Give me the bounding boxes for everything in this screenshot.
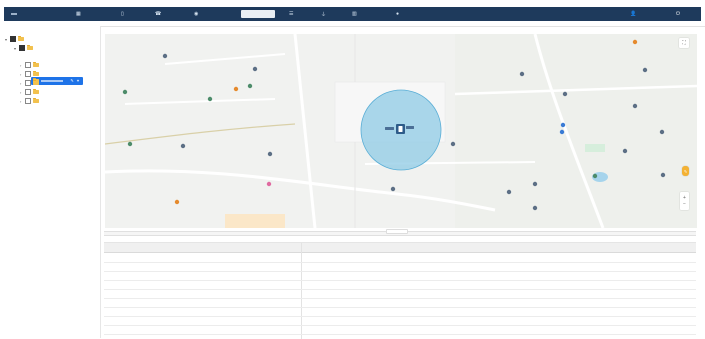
brand-edition-tag (11, 13, 17, 15)
tree-item-2[interactable]: › (20, 70, 41, 78)
tree-checkbox[interactable] (19, 45, 25, 51)
tree-item-5[interactable]: › (20, 97, 41, 105)
nav-device[interactable]: ▯ (121, 7, 126, 21)
tree-item-4[interactable]: › (20, 88, 41, 96)
zoom-controls: + − (680, 192, 689, 210)
street-view-icon[interactable]: ✎ (682, 166, 689, 176)
map-canvas[interactable]: ⛶ ✎ + − (105, 34, 697, 228)
locate-icon[interactable]: ⌖ (76, 79, 80, 83)
zoom-out-button[interactable]: − (683, 201, 686, 207)
property-table (104, 242, 696, 339)
logout-icon: ⏻ (676, 11, 680, 17)
contact-icon: ☎ (155, 11, 162, 17)
user-menu[interactable]: 👤 (630, 7, 638, 21)
folder-icon (33, 88, 39, 95)
fullscreen-icon[interactable]: ⛶ (679, 38, 689, 48)
nav-dashboard[interactable]: ▦ (76, 7, 83, 21)
nav-monitor[interactable]: ◉ (194, 7, 200, 21)
tree-item-3[interactable]: › (20, 79, 41, 87)
table-header (104, 243, 696, 253)
folder-icon (33, 61, 39, 68)
tree-checkbox[interactable] (25, 98, 31, 104)
filter-icon: ⏚ (321, 11, 327, 18)
tree-root[interactable]: ▾ (5, 35, 26, 43)
table-row (104, 325, 696, 335)
overview-icon: ▥ (352, 11, 357, 17)
todo-icon: ☰ (289, 11, 294, 17)
nav-contact[interactable]: ☎ (155, 7, 163, 21)
map-panel: ⛶ ✎ + − (104, 26, 697, 230)
folder-icon (27, 44, 33, 51)
nav-todo[interactable]: ☰ (289, 7, 295, 21)
nav-overview[interactable]: ▥ (352, 7, 359, 21)
folder-icon (33, 79, 39, 86)
nav-filter[interactable]: ⏚ (321, 7, 328, 21)
dashboard-icon: ▦ (76, 11, 81, 17)
selected-item-label (41, 77, 65, 85)
tree-item-0[interactable]: ▾ (14, 44, 35, 52)
user-icon: 👤 (630, 11, 637, 17)
nav-help[interactable]: ● (396, 7, 401, 21)
monitor-icon: ◉ (194, 11, 199, 17)
resize-handle[interactable] (386, 229, 408, 234)
tree-checkbox[interactable] (25, 89, 31, 95)
top-bar: ▦ ▯ ☎ ◉ ☰ ⏚ ▥ ● 👤 ⏻ (0, 0, 705, 27)
help-icon: ● (396, 11, 400, 17)
tree-checkbox[interactable] (25, 62, 31, 68)
tree-checkbox[interactable] (25, 71, 31, 77)
folder-icon (33, 70, 39, 77)
nav-search-input[interactable] (241, 10, 275, 18)
folder-icon (33, 97, 39, 104)
tree-item-1[interactable]: › (20, 61, 41, 69)
edit-icon[interactable]: ✎ (70, 79, 74, 83)
group-tree-panel: ▾ ▾ ✎ ⌖ › › › › › (0, 26, 101, 338)
detail-tabs (104, 234, 140, 242)
tree-checkbox[interactable] (10, 36, 16, 42)
logout-button[interactable]: ⏻ (676, 7, 682, 21)
tree-checkbox[interactable] (25, 80, 31, 86)
main-navbar: ▦ ▯ ☎ ◉ ☰ ⏚ ▥ ● 👤 ⏻ (4, 7, 701, 21)
device-icon: ▯ (121, 11, 124, 17)
geofence-layer (360, 89, 442, 171)
brand (4, 7, 17, 21)
folder-icon (18, 35, 24, 42)
